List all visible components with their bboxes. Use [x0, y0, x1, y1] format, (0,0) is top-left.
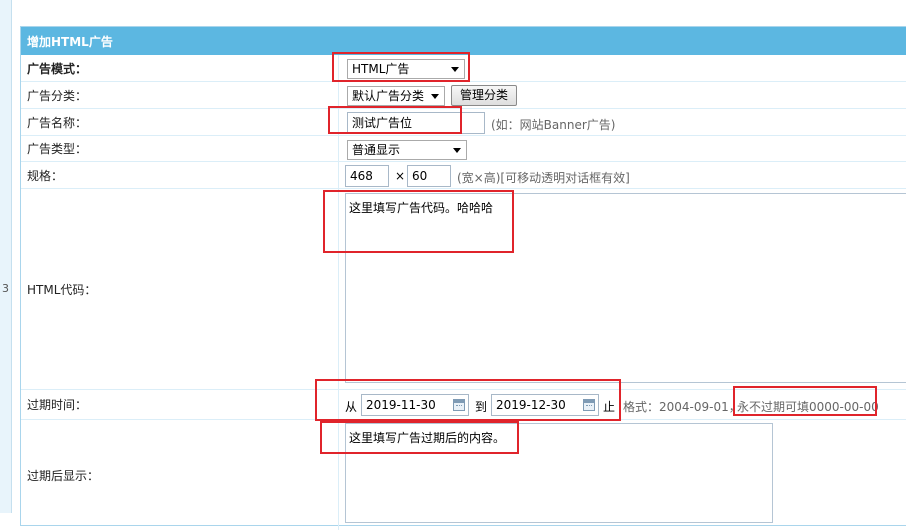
ad-mode-select[interactable]: HTML广告: [347, 59, 465, 79]
end-label: 止: [603, 400, 616, 414]
from-label: 从: [345, 400, 358, 414]
ad-size-label: 规格：: [21, 162, 339, 188]
to-label: 到: [475, 400, 488, 414]
add-html-ad-form: 增加HTML广告 广告模式： HTML广告 广告分类： 默认广告分类 管理分类 …: [20, 26, 906, 530]
ad-type-label: 广告类型：: [21, 136, 339, 161]
manage-category-button[interactable]: 管理分类: [451, 85, 517, 106]
line-number: 3: [2, 282, 9, 295]
after-expire-label: 过期后显示：: [21, 420, 339, 530]
chevron-down-icon: [451, 67, 459, 72]
row-expire-time: 过期时间： 从 2019-11-30 到 2019-12-30 止 格式：200…: [21, 390, 906, 420]
chevron-down-icon: [453, 148, 461, 153]
expire-time-label: 过期时间：: [21, 390, 339, 419]
ad-category-select[interactable]: 默认广告分类: [347, 86, 445, 106]
ad-category-label: 广告分类：: [21, 82, 339, 108]
row-ad-name: 广告名称： 测试广告位 (如：网站Banner广告): [21, 109, 906, 136]
after-expire-textarea[interactable]: 这里填写广告过期后的内容。: [345, 423, 773, 523]
row-html-code: HTML代码： 这里填写广告代码。哈哈哈: [21, 189, 906, 390]
row-ad-mode: 广告模式： HTML广告: [21, 55, 906, 82]
row-after-expire: 过期后显示： 这里填写广告过期后的内容。: [21, 420, 906, 530]
ad-size-hint: (宽×高)[可移动透明对话框有效]: [457, 171, 630, 185]
calendar-icon[interactable]: [583, 399, 595, 411]
ad-type-select[interactable]: 普通显示: [347, 140, 467, 160]
left-gutter: 3: [0, 0, 12, 513]
ad-height-input[interactable]: 60: [407, 165, 451, 187]
ad-name-label: 广告名称：: [21, 109, 339, 135]
size-times-sign: ×: [395, 169, 406, 183]
expire-end-date-input[interactable]: 2019-12-30: [491, 394, 599, 416]
ad-width-input[interactable]: 468: [345, 165, 389, 187]
html-code-textarea[interactable]: 这里填写广告代码。哈哈哈: [345, 193, 906, 383]
ad-name-input[interactable]: 测试广告位: [347, 112, 485, 134]
date-format-hint: 格式：2004-09-01，: [623, 400, 741, 414]
ad-name-hint: (如：网站Banner广告): [491, 118, 616, 132]
row-ad-size: 规格： 468 × 60 (宽×高)[可移动透明对话框有效]: [21, 162, 906, 189]
ad-mode-label: 广告模式：: [21, 55, 339, 81]
html-code-label: HTML代码：: [21, 189, 339, 389]
chevron-down-icon: [431, 94, 439, 99]
expire-start-date-input[interactable]: 2019-11-30: [361, 394, 469, 416]
calendar-icon[interactable]: [453, 399, 465, 411]
panel-title: 增加HTML广告: [21, 27, 906, 55]
row-ad-category: 广告分类： 默认广告分类 管理分类: [21, 82, 906, 109]
row-ad-type: 广告类型： 普通显示: [21, 136, 906, 162]
never-expire-hint: 永不过期可填0000-00-00: [737, 400, 879, 414]
